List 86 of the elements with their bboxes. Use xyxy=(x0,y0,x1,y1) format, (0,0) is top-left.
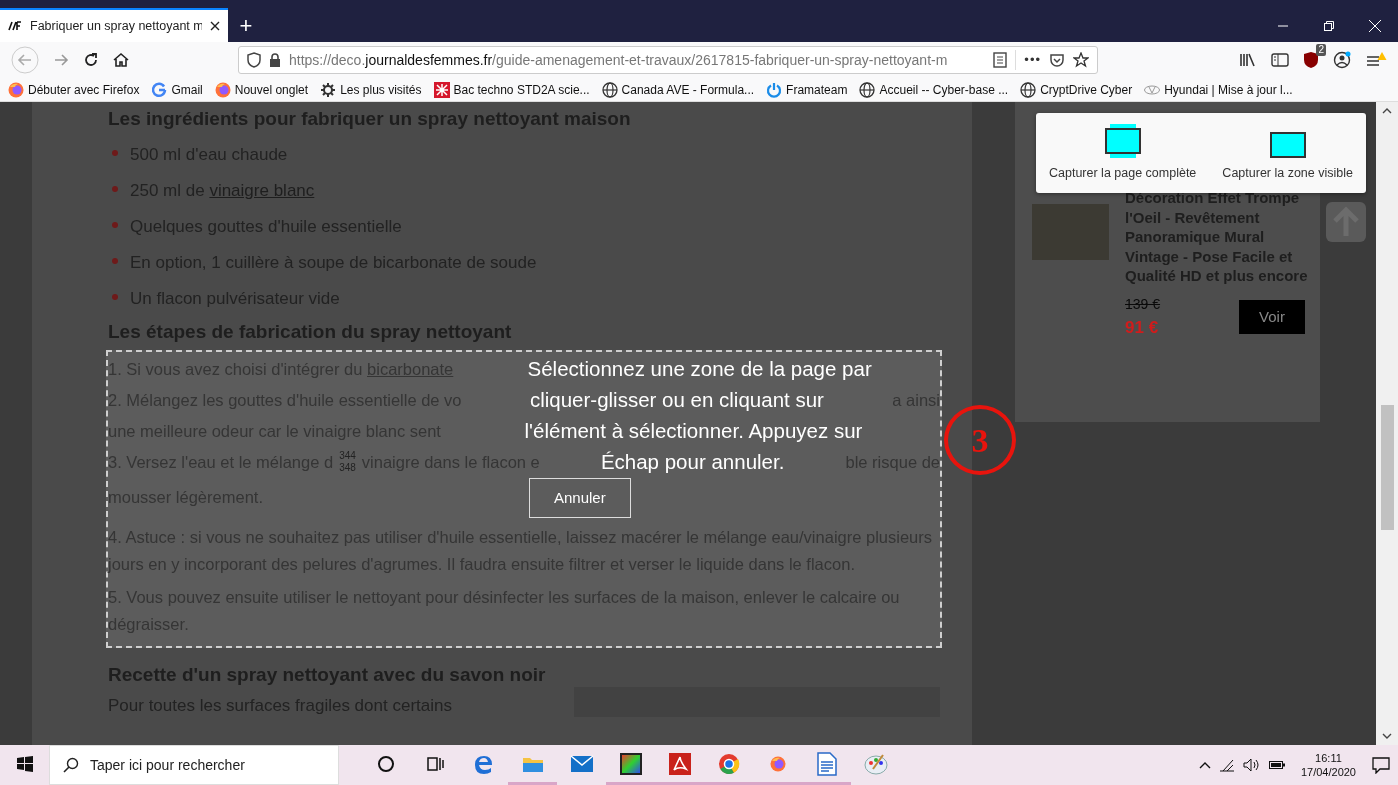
star-icon xyxy=(1073,52,1089,68)
firefox-icon xyxy=(8,81,24,98)
google-g-icon xyxy=(151,81,168,98)
new-tab-button[interactable]: + xyxy=(228,8,264,42)
notification-icon xyxy=(1372,756,1390,774)
bullet-icon xyxy=(112,222,118,229)
url-text: https://deco.journaldesfemmes.fr/guide-amenagement-et-travaux/2617815-fabriquer-un-spray-nettoyant-m xyxy=(289,50,949,70)
shield-icon xyxy=(1303,51,1319,69)
capture-option[interactable]: Capturer la page complète xyxy=(1045,124,1201,183)
pocket-icon xyxy=(1049,52,1065,68)
bookmark-link[interactable]: Débuter avec Firefox xyxy=(8,80,140,99)
car-logo-icon xyxy=(1144,84,1161,95)
task-view-icon xyxy=(425,754,444,773)
document-icon xyxy=(816,751,837,776)
full-page-icon xyxy=(1104,124,1141,159)
search-field[interactable]: Taper ici pour rechercher xyxy=(49,745,339,785)
instruction-text: cliquer-glisser ou en cliquant sur xyxy=(528,386,825,413)
selection-area[interactable] xyxy=(106,349,942,649)
pattern-icon xyxy=(433,81,450,98)
chrome-icon xyxy=(717,752,740,775)
tab-title: Fabriquer un spray nettoyant m xyxy=(30,17,202,35)
search-icon xyxy=(63,757,79,773)
size-readout: 344 348 xyxy=(339,450,356,475)
envelope-icon xyxy=(569,754,594,773)
instruction-text: Sélectionnez une zone de la page par xyxy=(526,355,873,382)
firefox-icon xyxy=(769,755,786,772)
reload-icon xyxy=(83,52,99,68)
old-price: 139 € xyxy=(1125,294,1161,314)
page-actions-menu[interactable]: ••• xyxy=(1024,50,1041,70)
capture-option[interactable]: Capturer la zone visible xyxy=(1218,132,1357,183)
notification-badge: 2 xyxy=(1316,44,1326,56)
pdf-icon xyxy=(668,752,691,775)
instruction-text: l'élément à sélectionner. Appuyez sur xyxy=(523,417,864,444)
lock-icon xyxy=(269,53,281,67)
forward-arrow-icon xyxy=(53,52,69,68)
firefox-icon xyxy=(214,81,231,98)
menu-icon xyxy=(1365,51,1387,69)
restore-icon xyxy=(1324,20,1334,31)
bookmark-link[interactable]: Les plus visités xyxy=(320,80,422,99)
bookmark-link[interactable]: CryptDrive Cyber xyxy=(1020,80,1133,99)
gear-icon xyxy=(320,81,337,98)
globe-icon xyxy=(601,81,618,98)
address-bar[interactable]: https://deco.journaldesfemmes.fr/guide-amenagement-et-travaux/2617815-fabriquer-un-spray-nettoyant-m ••• xyxy=(238,46,1098,74)
home-icon xyxy=(113,52,129,68)
site-logo-icon xyxy=(8,20,22,32)
gradient-square-icon xyxy=(619,752,642,775)
windows-logo-icon xyxy=(16,755,33,772)
chevron-up-icon xyxy=(1198,761,1211,769)
globe-icon xyxy=(859,81,876,98)
speaker-icon xyxy=(1242,758,1261,772)
sidebar-icon xyxy=(1271,52,1289,68)
bookmark-link[interactable]: Canada AVE - Formula... xyxy=(601,80,755,99)
scroll-down-icon xyxy=(1382,733,1392,739)
library-icon xyxy=(1239,52,1257,68)
cancel-button[interactable]: Annuler xyxy=(529,477,631,519)
globe-icon xyxy=(1020,81,1037,98)
visible-area-icon xyxy=(1269,132,1306,159)
power-icon xyxy=(766,81,783,98)
account-icon xyxy=(1333,51,1351,69)
instruction-text: Échap pour annuler. xyxy=(599,448,786,475)
clock[interactable]: 16:11 17/04/2020 xyxy=(1300,751,1356,779)
bookmark-link[interactable]: Bac techno STD2A scie... xyxy=(433,80,590,99)
battery-icon xyxy=(1268,760,1285,770)
palette-icon xyxy=(863,752,888,775)
bookmark-link[interactable]: Framateam xyxy=(766,80,848,99)
close-icon xyxy=(1369,19,1381,32)
price: 91 € xyxy=(1125,316,1160,339)
scroll-up-icon xyxy=(1382,108,1392,114)
shield-icon xyxy=(247,52,261,68)
bookmark-link[interactable]: Nouvel onglet xyxy=(214,80,309,99)
browser-tab[interactable]: Fabriquer un spray nettoyant m xyxy=(0,8,228,42)
bullet-icon xyxy=(112,186,118,193)
view-button[interactable]: Voir xyxy=(1239,299,1305,334)
bookmark-link[interactable]: Accueil -- Cyber-base ... xyxy=(859,80,1009,99)
annotation-number: 3 xyxy=(944,405,1016,475)
bullet-icon xyxy=(112,150,118,157)
close-icon xyxy=(210,21,220,31)
circle-icon xyxy=(376,754,395,773)
bullet-icon xyxy=(112,294,118,301)
wifi-icon xyxy=(1218,758,1235,772)
reader-view-icon xyxy=(993,52,1008,68)
scrollbar[interactable] xyxy=(1376,102,1398,745)
scrollbar-thumb[interactable] xyxy=(1381,405,1394,530)
bookmark-link[interactable]: Hyundai | Mise à jour l... xyxy=(1144,80,1293,99)
bullet-icon xyxy=(112,258,118,265)
bookmark-link[interactable]: Gmail xyxy=(151,80,203,99)
